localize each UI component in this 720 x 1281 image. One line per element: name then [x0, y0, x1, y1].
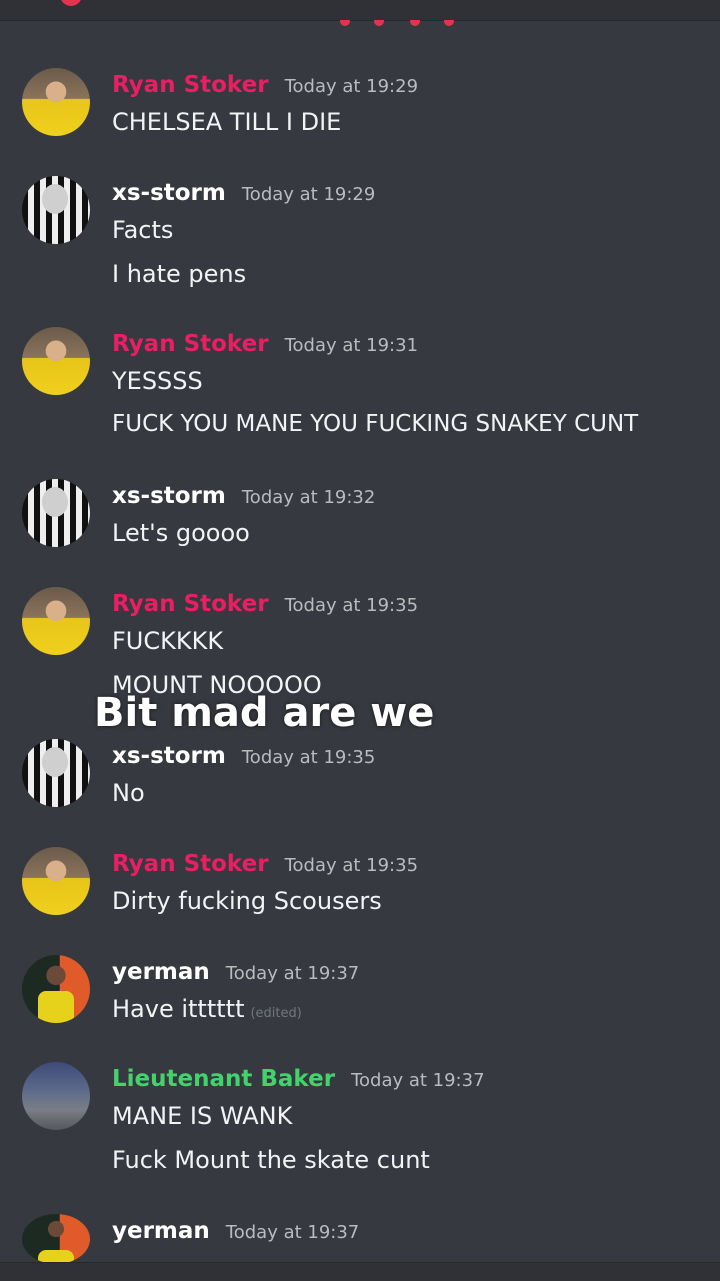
avatar[interactable] [22, 1062, 90, 1130]
top-bar [0, 0, 720, 21]
username[interactable]: xs-storm [112, 483, 226, 509]
message-text: Facts [112, 216, 174, 244]
username[interactable]: Ryan Stoker [112, 331, 269, 357]
message-text: Have itttttt (edited) [112, 995, 302, 1023]
timestamp: Today at 19:31 [284, 335, 419, 356]
avatar[interactable] [22, 587, 90, 655]
message-text-content: Have itttttt [112, 995, 245, 1023]
timestamp: Today at 19:35 [284, 855, 419, 876]
username[interactable]: Ryan Stoker [112, 72, 269, 98]
message-text: FUCKKKK [112, 627, 224, 655]
timestamp: Today at 19:37 [225, 1222, 360, 1243]
timestamp: Today at 19:35 [284, 595, 419, 616]
avatar[interactable] [22, 955, 90, 1023]
avatar[interactable] [22, 479, 90, 547]
timestamp: Today at 19:37 [225, 963, 360, 984]
message-text: Fuck Mount the skate cunt [112, 1146, 430, 1174]
message-text: Dirty fucking Scousers [112, 887, 382, 915]
timestamp: Today at 19:29 [284, 76, 419, 97]
message-text: CHELSEA TILL I DIE [112, 108, 342, 136]
message-text: MANE IS WANK [112, 1102, 293, 1130]
timestamp: Today at 19:32 [241, 487, 376, 508]
username[interactable]: Lieutenant Baker [112, 1066, 335, 1092]
username[interactable]: xs-storm [112, 180, 226, 206]
previous-message-cut [0, 20, 720, 32]
avatar[interactable] [22, 327, 90, 395]
username[interactable]: Ryan Stoker [112, 591, 269, 617]
username[interactable]: Ryan Stoker [112, 851, 269, 877]
message-text: No [112, 779, 145, 807]
notification-dot [60, 0, 82, 6]
timestamp: Today at 19:37 [351, 1070, 485, 1091]
username[interactable]: xs-storm [112, 743, 226, 769]
avatar[interactable] [22, 739, 90, 807]
avatar[interactable] [22, 176, 90, 244]
message-text: I hate pens [112, 260, 247, 288]
video-caption-overlay: Bit mad are we [94, 690, 435, 736]
message-text: YESSSS [112, 367, 203, 395]
avatar[interactable] [22, 847, 90, 915]
avatar[interactable] [22, 1214, 90, 1264]
edited-label: (edited) [250, 1006, 302, 1021]
timestamp: Today at 19:29 [241, 184, 376, 205]
avatar[interactable] [22, 68, 90, 136]
message-text: FUCK YOU MANE YOU FUCKING SNAKEY CUNT [112, 411, 639, 437]
username[interactable]: yerman [112, 1218, 210, 1244]
message-text: Let's goooo [112, 519, 250, 547]
username[interactable]: yerman [112, 959, 210, 985]
timestamp: Today at 19:35 [241, 747, 376, 768]
bottom-bar [0, 1262, 720, 1281]
